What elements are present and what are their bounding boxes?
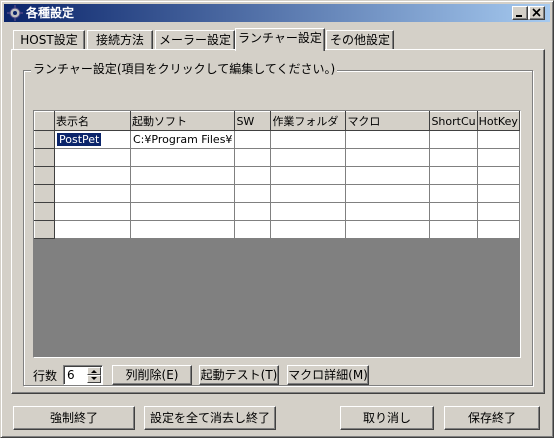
- grid-cell[interactable]: [234, 148, 272, 167]
- minimize-icon: [516, 15, 522, 17]
- grid-cell[interactable]: [345, 220, 431, 239]
- grid-cell[interactable]: C:¥Program Files¥: [130, 130, 236, 149]
- launcher-table: 表示名 起動ソフト SW 作業フォルダ マクロ ShortCu HotKey P…: [34, 111, 520, 239]
- arrow-down-icon: [91, 377, 97, 380]
- grid-cell[interactable]: [477, 220, 520, 239]
- column-header[interactable]: 作業フォルダ: [270, 111, 347, 131]
- tab-launcher-settings[interactable]: ランチャー設定: [235, 28, 325, 51]
- settings-window: 各種設定 HOST設定 接続方法 メーラー設定 ランチャー設定 その他設定 ラン…: [0, 0, 554, 438]
- column-header[interactable]: SW: [234, 111, 272, 131]
- column-header[interactable]: マクロ: [345, 111, 431, 131]
- grid-cell[interactable]: [54, 184, 131, 203]
- grid-cell[interactable]: [270, 166, 347, 185]
- row-header[interactable]: [34, 148, 55, 167]
- grid-cell[interactable]: [234, 130, 272, 149]
- grid-cell[interactable]: [345, 130, 431, 149]
- row-header[interactable]: [34, 202, 55, 221]
- macro-detail-button[interactable]: マクロ詳細(M): [287, 365, 369, 385]
- grid-cell[interactable]: [130, 202, 236, 221]
- spin-up-button[interactable]: [87, 367, 101, 375]
- grid-cell[interactable]: [234, 184, 272, 203]
- grid-cell[interactable]: [345, 166, 431, 185]
- minimize-button[interactable]: [512, 6, 528, 20]
- grid-cell[interactable]: [345, 184, 431, 203]
- grid-cell[interactable]: [429, 148, 478, 167]
- grid-cell[interactable]: [270, 220, 347, 239]
- grid-cell[interactable]: [270, 184, 347, 203]
- window-title: 各種設定: [26, 6, 75, 20]
- spinner-buttons: [87, 367, 101, 383]
- table-row: [34, 166, 520, 185]
- cancel-button[interactable]: 取り消し: [340, 406, 434, 430]
- grid-cell[interactable]: [477, 130, 520, 149]
- group-title: ランチャー設定(項目をクリックして編集してください。): [31, 62, 338, 76]
- grid-cell[interactable]: [429, 184, 478, 203]
- column-header[interactable]: 起動ソフト: [129, 111, 236, 131]
- grid-cell[interactable]: [270, 148, 347, 167]
- grid-cell[interactable]: [234, 166, 272, 185]
- grid-cell[interactable]: [429, 220, 478, 239]
- row-header[interactable]: [34, 130, 55, 149]
- tab-mailer-settings[interactable]: メーラー設定: [155, 30, 235, 50]
- grid-cell[interactable]: [429, 166, 478, 185]
- grid-cell[interactable]: [54, 220, 131, 239]
- grid-cell[interactable]: [54, 202, 131, 221]
- column-header[interactable]: HotKey: [476, 111, 520, 131]
- close-button[interactable]: [529, 6, 545, 20]
- row-count-spinner[interactable]: 6: [63, 365, 103, 385]
- table-row: [34, 220, 520, 239]
- launcher-grid[interactable]: 表示名 起動ソフト SW 作業フォルダ マクロ ShortCu HotKey P…: [33, 110, 521, 358]
- grid-cell[interactable]: [234, 220, 272, 239]
- grid-cell[interactable]: [477, 148, 520, 167]
- table-row: PostPet C:¥Program Files¥: [34, 130, 520, 149]
- delete-row-button[interactable]: 列削除(E): [112, 365, 192, 385]
- grid-cell[interactable]: [477, 184, 520, 203]
- grid-cell[interactable]: [477, 166, 520, 185]
- row-count-label: 行数: [33, 369, 58, 383]
- grid-cell[interactable]: [270, 130, 347, 149]
- grid-header-row: 表示名 起動ソフト SW 作業フォルダ マクロ ShortCu HotKey: [34, 111, 520, 131]
- selected-cell-text: PostPet: [55, 132, 103, 147]
- table-row: [34, 148, 520, 167]
- row-header[interactable]: [34, 184, 55, 203]
- table-row: [34, 184, 520, 203]
- corner-cell: [34, 111, 55, 131]
- row-count-value[interactable]: 6: [67, 368, 75, 382]
- row-header[interactable]: [34, 166, 55, 185]
- tab-connection-method[interactable]: 接続方法: [87, 30, 153, 50]
- tab-host-settings[interactable]: HOST設定: [13, 30, 85, 50]
- close-icon: [532, 8, 541, 17]
- grid-cell[interactable]: [130, 220, 236, 239]
- grid-cell[interactable]: [130, 184, 236, 203]
- grid-cell[interactable]: [270, 202, 347, 221]
- tab-other-settings[interactable]: その他設定: [326, 30, 394, 50]
- grid-cell[interactable]: [234, 202, 272, 221]
- grid-cell[interactable]: [130, 166, 236, 185]
- app-gear-icon: [7, 5, 23, 21]
- grid-cell[interactable]: [130, 148, 236, 167]
- title-bar[interactable]: 各種設定: [4, 4, 550, 22]
- grid-cell[interactable]: [54, 148, 131, 167]
- grid-cell[interactable]: [477, 202, 520, 221]
- grid-cell[interactable]: [429, 202, 478, 221]
- grid-cell[interactable]: [345, 148, 431, 167]
- spin-down-button[interactable]: [87, 375, 101, 383]
- grid-cell[interactable]: PostPet: [54, 130, 131, 149]
- clear-all-and-quit-button[interactable]: 設定を全て消去し終了: [144, 406, 276, 430]
- grid-cell[interactable]: [429, 130, 478, 149]
- force-quit-button[interactable]: 強制終了: [13, 406, 135, 430]
- column-header[interactable]: 表示名: [54, 111, 131, 131]
- test-launch-button[interactable]: 起動テスト(T): [199, 365, 279, 385]
- row-header[interactable]: [34, 220, 55, 239]
- grid-cell[interactable]: [345, 202, 431, 221]
- save-and-quit-button[interactable]: 保存終了: [444, 406, 540, 430]
- table-row: [34, 202, 520, 221]
- column-header[interactable]: ShortCu: [429, 111, 478, 131]
- arrow-up-icon: [91, 370, 97, 373]
- grid-cell[interactable]: [54, 166, 131, 185]
